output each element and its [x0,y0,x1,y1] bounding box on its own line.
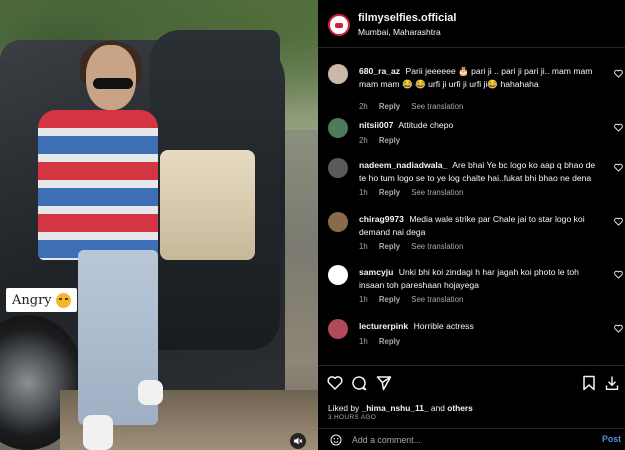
heart-icon[interactable] [614,69,623,78]
post-location[interactable]: Mumbai, Maharashtra [358,27,441,37]
speaker-muted-icon [294,437,303,445]
account-avatar[interactable] [328,14,350,36]
likes-summary: Liked by _hima_nshu_11_ and others [328,403,473,413]
comment-username[interactable]: 680_ra_az [359,66,400,76]
reply-button[interactable]: Reply [379,295,400,304]
shoe [83,415,113,450]
comment-meta: 1h Reply See translation [359,188,472,197]
avatar[interactable] [328,212,348,232]
avatar[interactable] [328,64,348,84]
likes-middle: and [428,403,448,413]
comment-username[interactable]: nadeem_nadiadwala_ [359,160,447,170]
striped-shirt [38,110,158,260]
mute-button[interactable] [290,433,306,449]
comment-body: samcyju Unki bhi koi zindagi h har jagah… [359,266,604,291]
comment-time: 1h [359,242,368,251]
reply-button[interactable]: Reply [379,102,400,111]
comment-username[interactable]: nitsii007 [359,120,393,130]
person-figure [38,41,163,450]
comment-time: 1h [359,295,368,304]
bookmark-icon[interactable] [582,375,596,391]
comment-text: Attitude chepo [398,120,454,130]
avatar[interactable] [328,319,348,339]
see-translation-link[interactable]: See translation [411,295,463,304]
download-icon[interactable] [605,375,619,391]
see-translation-link[interactable]: See translation [411,188,463,197]
comment-time: 1h [359,337,368,346]
see-translation-link[interactable]: See translation [411,242,463,251]
post-side-panel: filmyselfies.official Mumbai, Maharashtr… [318,0,625,450]
heart-icon[interactable] [327,375,343,391]
comment-time: 2h [359,136,368,145]
add-comment-row: Post [318,428,625,450]
reply-button[interactable]: Reply [379,188,400,197]
post-media[interactable]: Angry [0,0,318,450]
angry-face-icon [55,292,71,308]
post-actions: Liked by _hima_nshu_11_ and others 3 HOU… [318,365,625,450]
reply-button[interactable]: Reply [379,337,400,346]
sunglasses [93,78,133,89]
post-button[interactable]: Post [602,434,621,444]
heart-icon[interactable] [614,217,623,226]
comment-time: 2h [359,102,368,111]
avatar[interactable] [328,118,348,138]
comment-meta: 1h Reply See translation [359,242,472,251]
comment-body: nadeem_nadiadwala_ Are bhai Ye bc logo k… [359,159,604,184]
car-interior [160,150,255,260]
comment-body: nitsii007 Attitude chepo [359,119,604,132]
likes-others-link[interactable]: others [447,403,473,413]
comment-body: 680_ra_az Parii jeeeeee 🎂 pari ji .. par… [359,65,604,90]
heart-icon[interactable] [614,324,623,333]
reply-button[interactable]: Reply [379,136,400,145]
comment-meta: 2h Reply [359,136,409,145]
angry-sticker: Angry [6,288,77,312]
comment-body: lecturerpink Horrible actress [359,320,604,333]
sticker-text: Angry [12,292,52,308]
avatar[interactable] [328,158,348,178]
likes-prefix: Liked by [328,403,362,413]
reply-button[interactable]: Reply [379,242,400,251]
send-icon[interactable] [376,375,392,391]
comment-username[interactable]: lecturerpink [359,321,408,331]
heart-icon[interactable] [614,163,623,172]
account-username[interactable]: filmyselfies.official [358,12,456,24]
avatar[interactable] [328,265,348,285]
shoe [138,380,163,405]
heart-icon[interactable] [614,123,623,132]
comment-username[interactable]: chirag9973 [359,214,404,224]
comment-time: 1h [359,188,368,197]
comment-icon[interactable] [351,375,367,391]
comment-input[interactable] [352,433,582,447]
emoji-icon[interactable] [330,434,342,446]
comment-meta: 2h Reply See translation [359,102,472,111]
post-timestamp[interactable]: 3 HOURS AGO [328,414,376,421]
post-header: filmyselfies.official Mumbai, Maharashtr… [318,0,625,48]
comments-list[interactable]: 680_ra_az Parii jeeeeee 🎂 pari ji .. par… [318,56,625,362]
comment-body: chirag9973 Media wale strike par Chale j… [359,213,604,238]
liker-username[interactable]: _hima_nshu_11_ [362,403,429,413]
comment-meta: 1h Reply See translation [359,295,472,304]
heart-icon[interactable] [614,270,623,279]
comment-meta: 1h Reply [359,337,409,346]
comment-text: Horrible actress [413,321,474,331]
comment-username[interactable]: samcyju [359,267,393,277]
see-translation-link[interactable]: See translation [411,102,463,111]
